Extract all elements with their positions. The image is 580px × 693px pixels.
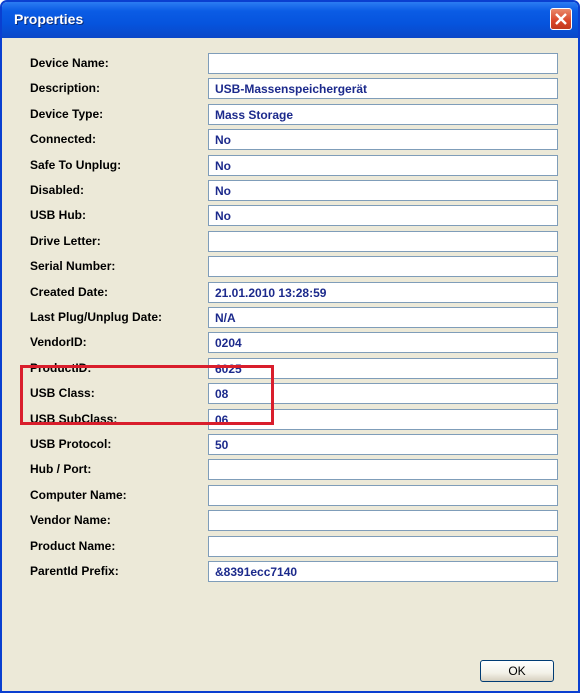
property-value-field[interactable] [208, 104, 558, 125]
property-label: Created Date: [30, 285, 109, 299]
property-label: Device Type: [30, 107, 104, 121]
property-label: USB Hub: [30, 208, 86, 222]
property-value-field[interactable] [208, 434, 558, 455]
property-value-field[interactable] [208, 332, 558, 353]
property-label: Device Name: [30, 56, 109, 70]
property-row: Serial Number: [2, 255, 578, 280]
property-row: VendorID: [2, 331, 578, 356]
property-value-field[interactable] [208, 78, 558, 99]
property-value-field[interactable] [208, 459, 558, 480]
property-value-field[interactable] [208, 155, 558, 176]
property-label: Connected: [30, 132, 96, 146]
property-value-field[interactable] [208, 536, 558, 557]
property-row: USB Protocol: [2, 433, 578, 458]
ok-button[interactable]: OK [480, 660, 554, 682]
property-value-field[interactable] [208, 231, 558, 252]
property-row: Device Type: [2, 103, 578, 128]
property-row: Drive Letter: [2, 230, 578, 255]
property-row: Safe To Unplug: [2, 154, 578, 179]
property-row: USB Hub: [2, 204, 578, 229]
property-row: Vendor Name: [2, 509, 578, 534]
property-row: Disabled: [2, 179, 578, 204]
property-label: VendorID: [30, 335, 87, 349]
property-row: Last Plug/Unplug Date: [2, 306, 578, 331]
property-row: Hub / Port: [2, 458, 578, 483]
property-label: Last Plug/Unplug Date: [30, 310, 162, 324]
property-label: Computer Name: [30, 488, 127, 502]
property-row: Device Name: [2, 52, 578, 77]
property-value-field[interactable] [208, 205, 558, 226]
property-value-field[interactable] [208, 180, 558, 201]
property-value-field[interactable] [208, 510, 558, 531]
property-label: Drive Letter: [30, 234, 101, 248]
property-value-field[interactable] [208, 129, 558, 150]
title-bar[interactable]: Properties [2, 2, 578, 38]
property-value-field[interactable] [208, 256, 558, 277]
property-label: Vendor Name: [30, 513, 111, 527]
property-row: Connected: [2, 128, 578, 153]
property-label: Product Name: [30, 539, 116, 553]
property-label: Disabled: [30, 183, 85, 197]
close-icon [555, 13, 567, 25]
property-row: Description: [2, 77, 578, 102]
dialog-title: Properties [14, 11, 84, 27]
close-button[interactable] [550, 8, 572, 30]
property-row: ParentId Prefix: [2, 560, 578, 585]
property-value-field[interactable] [208, 53, 558, 74]
property-value-field[interactable] [208, 307, 558, 328]
property-label: Serial Number: [30, 259, 116, 273]
property-value-field[interactable] [208, 561, 558, 582]
property-value-field[interactable] [208, 282, 558, 303]
properties-dialog: Properties Device Name: Description: Devic… [0, 0, 580, 693]
property-label: Safe To Unplug: [30, 158, 122, 172]
property-row: Product Name: [2, 535, 578, 560]
property-label: USB Protocol: [30, 437, 112, 451]
property-label: Description: [30, 81, 101, 95]
property-row: Created Date: [2, 281, 578, 306]
property-value-field[interactable] [208, 485, 558, 506]
property-label: ParentId Prefix: [30, 564, 119, 578]
property-label: Hub / Port: [30, 462, 92, 476]
property-row: Computer Name: [2, 484, 578, 509]
vendor-product-highlight [20, 365, 274, 425]
